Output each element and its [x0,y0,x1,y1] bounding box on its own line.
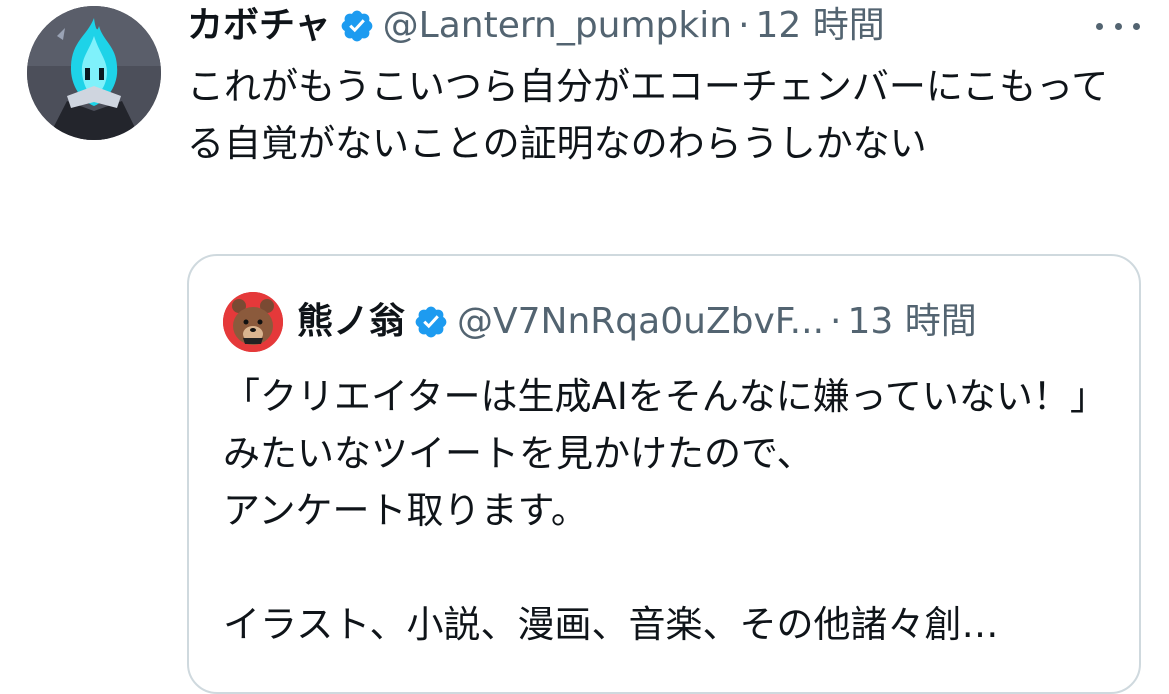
verified-badge-icon [339,8,375,44]
separator-dot: · [830,301,842,342]
more-dot [1096,22,1103,30]
user-handle[interactable]: @Lantern_pumpkin [383,2,732,50]
quoted-user-avatar[interactable] [223,292,283,352]
separator-dot: · [738,5,750,46]
more-options-icon[interactable] [1096,14,1140,38]
more-dot [1133,22,1140,30]
user-avatar[interactable] [27,6,161,140]
display-name[interactable]: カボチャ [187,2,331,50]
timestamp[interactable]: 12 時間 [756,2,885,50]
quoted-tweet-header: 熊ノ翁 @V7NnRqa0uZbvF... · 13 時間 [297,296,977,348]
verified-badge-icon [413,304,449,340]
quoted-user-handle[interactable]: @V7NnRqa0uZbvF... [457,296,824,348]
quoted-tweet-text: 「クリエイターは生成AIをそんなに嫌っていない！」みたいなツイートを見かけたので… [223,375,1089,646]
tweet-header: カボチャ @Lantern_pumpkin · 12 時間 [187,2,885,50]
quoted-timestamp[interactable]: 13 時間 [847,296,976,348]
quoted-tweet-card[interactable]: 熊ノ翁 @V7NnRqa0uZbvF... · 13 時間 「クリエイターは生成… [187,254,1141,694]
more-dot [1114,22,1122,30]
quoted-display-name[interactable]: 熊ノ翁 [297,296,405,348]
tweet-text: これがもうこいつら自分がエコーチェンバーにこもってる自覚がないことの証明なのわら… [187,65,1109,165]
